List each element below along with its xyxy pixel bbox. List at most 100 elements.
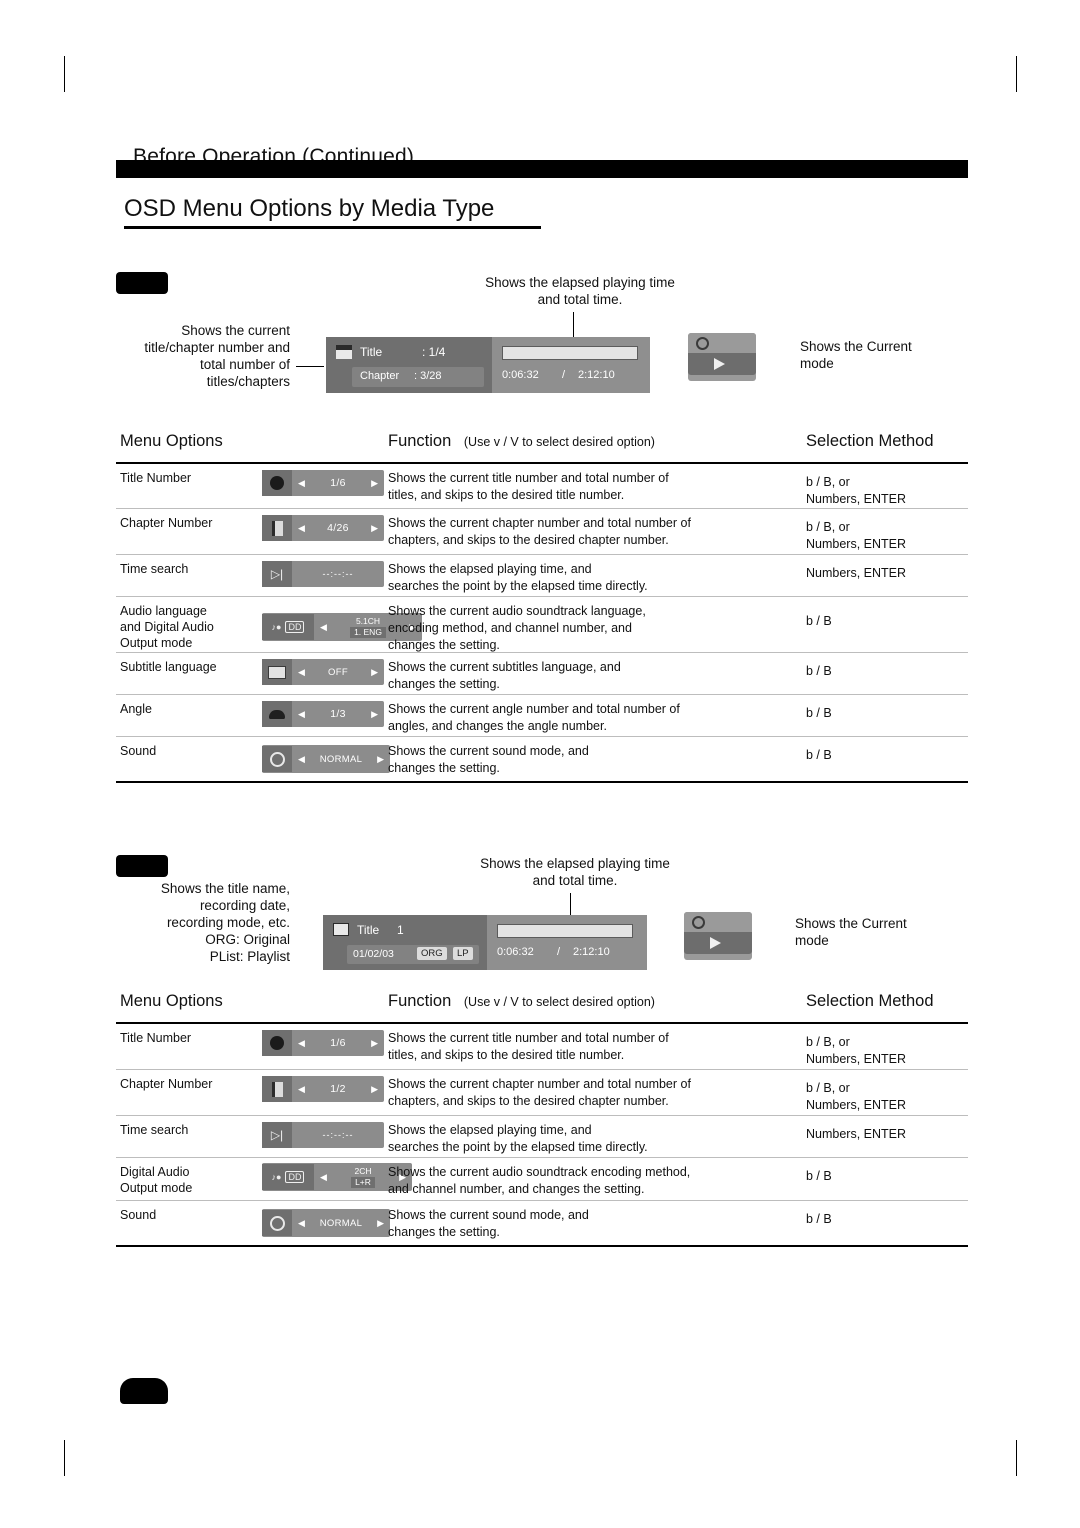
row-label: Audio language and Digital Audio Output … (120, 604, 214, 650)
row-method: b / B (806, 748, 832, 762)
osd-chapter-row: Chapter : 3/28 (352, 367, 484, 387)
widget-subtitle[interactable]: ◀ OFF ▶ (262, 659, 384, 685)
row-method: b / B (806, 1212, 832, 1226)
row-method: b / B, or Numbers, ENTER (806, 475, 907, 506)
row-label: Time search (120, 562, 189, 576)
table-row: Digital Audio Output mode ♪● DD ◀ 2CH L+… (116, 1158, 968, 1201)
right-arrow-icon[interactable]: ▶ (371, 709, 378, 720)
left-arrow-icon[interactable]: ◀ (320, 1172, 327, 1183)
left-arrow-icon[interactable]: ◀ (298, 478, 305, 489)
osd-elapsed: 0:06:32 (497, 946, 534, 958)
row-function: Shows the elapsed playing time, and sear… (388, 562, 648, 593)
th-menu-options: Menu Options (120, 432, 223, 450)
right-arrow-icon[interactable]: ▶ (371, 667, 378, 678)
crop-mark (64, 1440, 65, 1476)
crop-mark (1016, 56, 1017, 92)
osd-title-value: : 1/4 (422, 345, 446, 359)
osd-info-row: 01/02/03 ORG LP (347, 945, 479, 964)
th-selection-method: Selection Method (806, 992, 934, 1010)
widget-title-number[interactable]: ◀ 1/6 ▶ (262, 1030, 384, 1056)
angle-icon (262, 701, 292, 727)
left-arrow-icon[interactable]: ◀ (298, 667, 305, 678)
mode-display-1 (688, 333, 756, 381)
progress-bar (502, 346, 638, 360)
table-row: Title Number ◀ 1/6 ▶ Shows the current t… (116, 1024, 968, 1070)
row-method: Numbers, ENTER (806, 1127, 907, 1141)
widget-time-search[interactable]: ▷| --:--:-- (262, 561, 384, 587)
widget-sound[interactable]: ◀ NORMAL ▶ (262, 1209, 390, 1237)
row-function: Shows the current sound mode, and change… (388, 1208, 589, 1239)
row-function: Shows the current audio soundtrack encod… (388, 1165, 691, 1196)
th-function-label: Function (388, 432, 452, 450)
widget-value: 2CH (354, 1166, 372, 1176)
table-row: Title Number ◀ 1/6 ▶ Shows the current t… (116, 464, 968, 509)
widget-sound[interactable]: ◀ NORMAL ▶ (262, 745, 390, 773)
audio-icon: ♪● DD (262, 1164, 314, 1190)
th-selection-method: Selection Method (806, 432, 934, 450)
widget-chapter-number[interactable]: ◀ 4/26 ▶ (262, 515, 384, 541)
widget-angle[interactable]: ◀ 1/3 ▶ (262, 701, 384, 727)
right-arrow-icon[interactable]: ▶ (377, 1218, 384, 1229)
th-function-note: (Use v / V to select desired option) (463, 435, 655, 449)
left-arrow-icon[interactable]: ◀ (298, 1084, 305, 1095)
row-function: Shows the current sound mode, and change… (388, 744, 589, 775)
left-arrow-icon[interactable]: ◀ (298, 523, 305, 534)
chapter-icon (262, 1076, 292, 1102)
title-dot-icon (262, 1030, 292, 1056)
row-function: Shows the current title number and total… (388, 471, 669, 502)
disc-icon (688, 333, 756, 353)
osd-date: 01/02/03 (353, 948, 394, 960)
right-arrow-icon[interactable]: ▶ (371, 523, 378, 534)
progress-bar (497, 924, 633, 938)
th-function: Function (Use v / V to select desired op… (388, 432, 655, 451)
widget-value: NORMAL (319, 753, 363, 765)
widget-value-2: 1. ENG (350, 627, 386, 638)
osd-display-1: Title : 1/4 Chapter : 3/28 0:06:32 / 2:1… (326, 337, 650, 393)
th-menu-options: Menu Options (120, 992, 223, 1010)
right-arrow-icon[interactable]: ▶ (371, 1038, 378, 1049)
osd-title-value: 1 (397, 923, 404, 937)
right-arrow-icon[interactable]: ▶ (371, 1084, 378, 1095)
row-function: Shows the current chapter number and tot… (388, 516, 691, 547)
row-method: b / B (806, 664, 832, 678)
crop-mark (1016, 1440, 1017, 1476)
table-row: Time search ▷| --:--:-- Shows the elapse… (116, 1116, 968, 1158)
osd-chapter-label: Chapter (360, 370, 400, 382)
callout-elapsed-time-2: Shows the elapsed playing time and total… (480, 856, 670, 888)
sound-icon (262, 746, 292, 772)
crop-mark (64, 56, 65, 92)
left-arrow-icon[interactable]: ◀ (298, 709, 305, 720)
chapter-icon (262, 515, 292, 541)
row-label: Chapter Number (120, 1077, 213, 1091)
left-arrow-icon[interactable]: ◀ (320, 622, 327, 633)
row-label: Digital Audio Output mode (120, 1165, 193, 1195)
row-function: Shows the current angle number and total… (388, 702, 680, 733)
play-icon (684, 932, 752, 954)
row-method: b / B (806, 1169, 832, 1183)
osd-right-panel: 0:06:32 / 2:12:10 (492, 337, 650, 393)
table-row: Angle ◀ 1/3 ▶ Shows the current angle nu… (116, 695, 968, 737)
left-arrow-icon[interactable]: ◀ (298, 1038, 305, 1049)
osd-title-label: Title (357, 923, 380, 937)
left-arrow-icon[interactable]: ◀ (298, 1218, 305, 1229)
widget-value: 4/26 (327, 522, 349, 534)
callout-elapsed-time-1: Shows the elapsed playing time and total… (485, 275, 675, 307)
footer-page-badge (120, 1378, 168, 1404)
widget-title-number[interactable]: ◀ 1/6 ▶ (262, 470, 384, 496)
row-label: Subtitle language (120, 660, 217, 674)
audio-icon: ♪● DD (262, 614, 314, 640)
clapper-icon (336, 345, 352, 359)
row-label: Angle (120, 702, 152, 716)
left-arrow-icon[interactable]: ◀ (298, 754, 305, 765)
widget-chapter-number[interactable]: ◀ 1/2 ▶ (262, 1076, 384, 1102)
widget-value: NORMAL (319, 1217, 363, 1229)
right-arrow-icon[interactable]: ▶ (377, 754, 384, 765)
osd-badge-org: ORG (417, 947, 447, 960)
sound-icon (262, 1210, 292, 1236)
page: Before Operation (Continued) OSD Menu Op… (0, 0, 1080, 1528)
osd-badge-lp: LP (453, 947, 473, 960)
row-method: b / B (806, 706, 832, 720)
right-arrow-icon[interactable]: ▶ (371, 478, 378, 489)
widget-value: --:--:-- (322, 1130, 354, 1140)
widget-time-search[interactable]: ▷| --:--:-- (262, 1122, 384, 1148)
